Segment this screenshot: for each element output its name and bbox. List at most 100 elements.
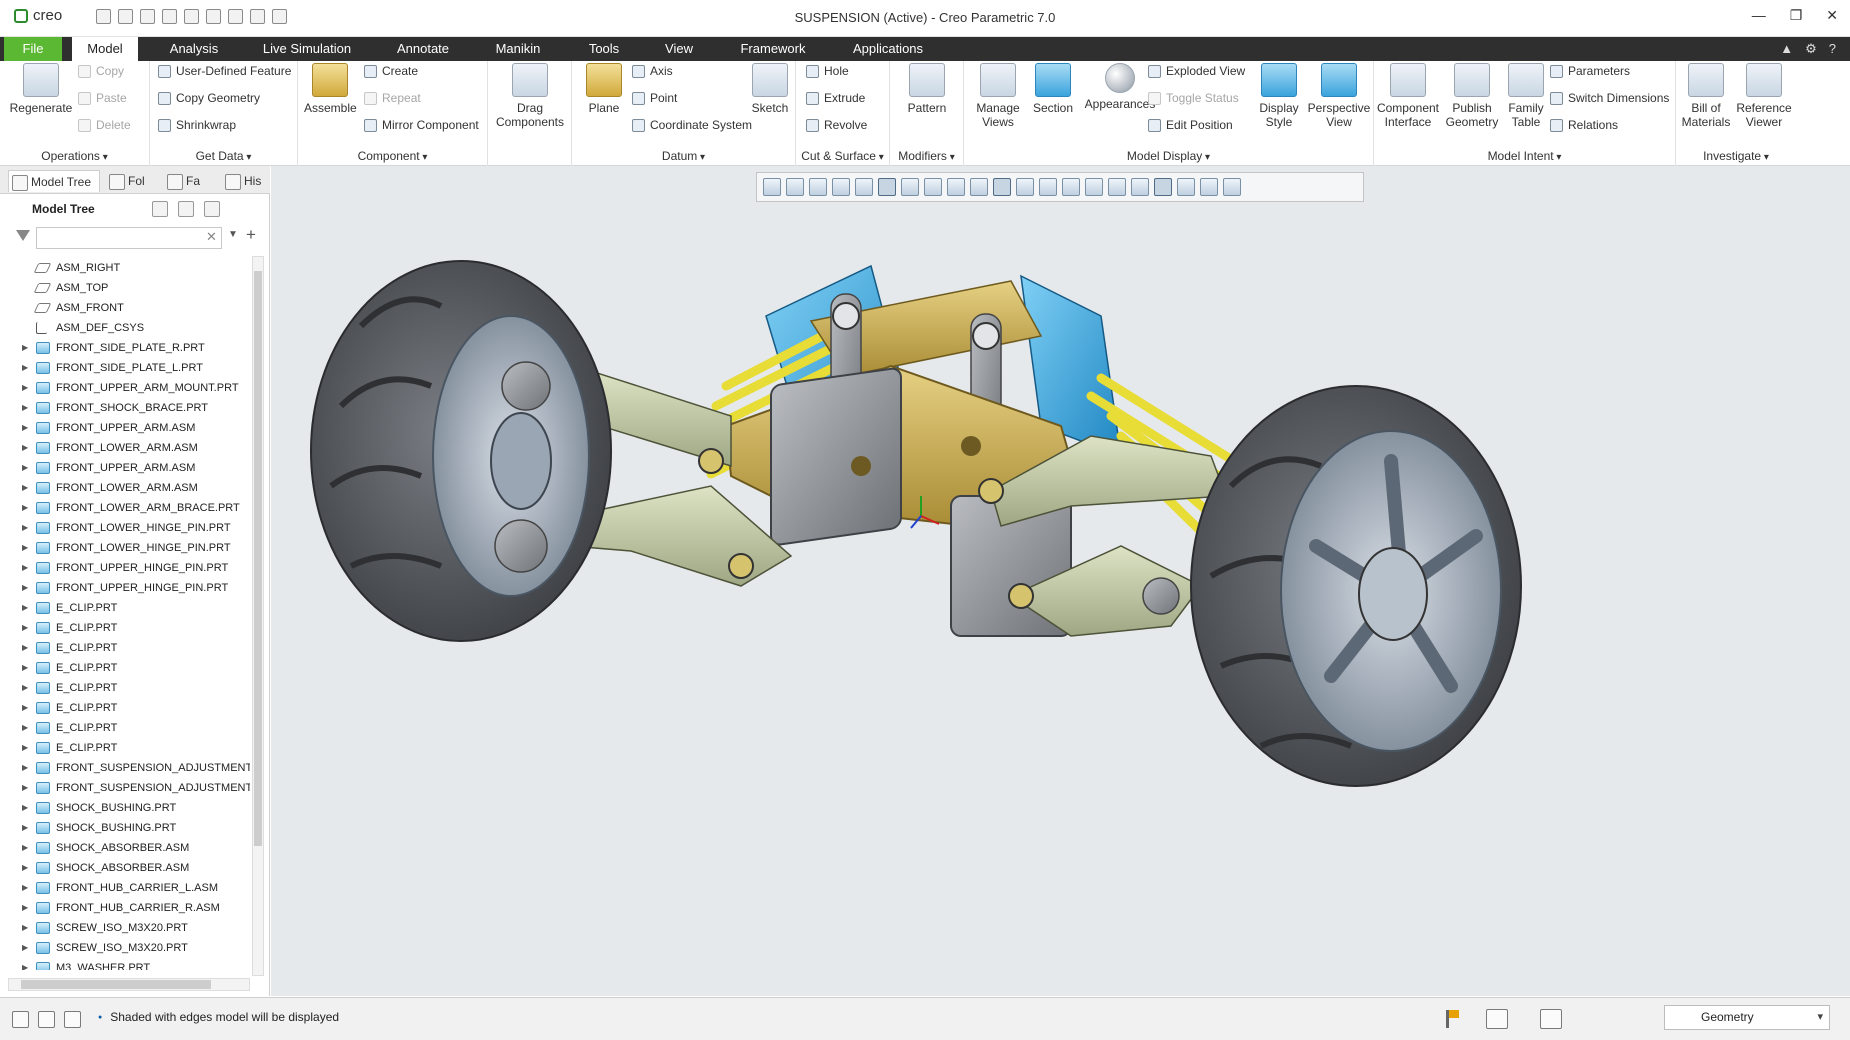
repaint-icon[interactable] <box>832 178 850 196</box>
group-label-get-data[interactable]: Get Data <box>150 149 297 163</box>
section-button[interactable]: Section <box>1028 63 1078 115</box>
expand-arrow-icon[interactable]: ▶ <box>22 698 28 718</box>
tree-node[interactable]: ▶ FRONT_UPPER_ARM.ASM <box>18 458 250 478</box>
full-screen-icon[interactable] <box>64 1011 81 1028</box>
expand-arrow-icon[interactable]: ▶ <box>22 858 28 878</box>
clear-filter-icon[interactable]: ✕ <box>206 229 217 245</box>
open-icon[interactable] <box>118 9 133 24</box>
tree-node[interactable]: ▶ FRONT_SUSPENSION_ADJUSTMENT_ <box>18 778 250 798</box>
tree-node[interactable]: ▶ E_CLIP.PRT <box>18 618 250 638</box>
expand-arrow-icon[interactable]: ▶ <box>22 378 28 398</box>
saved-orientations-icon[interactable] <box>855 178 873 196</box>
group-label-datum[interactable]: Datum <box>572 149 795 163</box>
display-style-icon[interactable] <box>878 178 896 196</box>
group-label-model-display[interactable]: Model Display <box>964 149 1373 163</box>
relations-button[interactable]: Relations <box>1550 115 1618 135</box>
selection-mode-icon[interactable] <box>1540 1009 1562 1029</box>
model-display-icon[interactable] <box>1154 178 1172 196</box>
expand-arrow-icon[interactable]: ▶ <box>22 578 28 598</box>
switch-dimensions-button[interactable]: Switch Dimensions <box>1550 88 1669 108</box>
group-label-model-intent[interactable]: Model Intent <box>1374 149 1675 163</box>
tree-node[interactable]: ▶ SHOCK_BUSHING.PRT <box>18 798 250 818</box>
show-navigator-icon[interactable] <box>12 1011 29 1028</box>
expand-arrow-icon[interactable]: ▶ <box>22 738 28 758</box>
stop-icon[interactable] <box>1223 178 1241 196</box>
expand-arrow-icon[interactable]: ▶ <box>22 458 28 478</box>
tree-node[interactable]: ▶ E_CLIP.PRT <box>18 678 250 698</box>
tree-node[interactable]: ▶ FRONT_UPPER_ARM_MOUNT.PRT <box>18 378 250 398</box>
horizontal-scroll-thumb[interactable] <box>21 980 211 989</box>
tab-annotate[interactable]: Annotate <box>384 37 462 61</box>
annotation-display-icon[interactable] <box>970 178 988 196</box>
expand-arrow-icon[interactable]: ▶ <box>22 338 28 358</box>
tab-file[interactable]: File <box>4 37 62 61</box>
tree-node[interactable]: ▶ E_CLIP.PRT <box>18 698 250 718</box>
tab-live-simulation[interactable]: Live Simulation <box>250 37 364 61</box>
tree-node[interactable]: ▶ SHOCK_ABSORBER.ASM <box>18 838 250 858</box>
tab-model-tree[interactable]: Model Tree <box>8 170 100 192</box>
expand-arrow-icon[interactable]: ▶ <box>22 918 28 938</box>
expand-arrow-icon[interactable]: ▶ <box>22 638 28 658</box>
tree-node[interactable]: ▶ FRONT_UPPER_HINGE_PIN.PRT <box>18 578 250 598</box>
expand-arrow-icon[interactable]: ▶ <box>22 798 28 818</box>
tab-tools[interactable]: Tools <box>576 37 632 61</box>
close-window-icon[interactable] <box>250 9 265 24</box>
tree-node[interactable]: ▶ FRONT_LOWER_HINGE_PIN.PRT <box>18 538 250 558</box>
tree-node[interactable]: ▶ E_CLIP.PRT <box>18 658 250 678</box>
hole-button[interactable]: Hole <box>806 61 849 81</box>
tree-node[interactable]: ▶ FRONT_UPPER_HINGE_PIN.PRT <box>18 558 250 578</box>
expand-arrow-icon[interactable]: ▶ <box>22 498 28 518</box>
expand-arrow-icon[interactable]: ▶ <box>22 538 28 558</box>
expand-arrow-icon[interactable]: ▶ <box>22 518 28 538</box>
copy-button[interactable]: Copy <box>78 61 124 81</box>
tree-node[interactable]: ▶ E_CLIP.PRT <box>18 638 250 658</box>
assemble-button[interactable]: Assemble <box>304 63 357 115</box>
tab-applications[interactable]: Applications <box>842 37 934 61</box>
manage-views-button[interactable]: Manage Views <box>970 63 1026 129</box>
help-icon[interactable]: ? <box>1829 41 1836 57</box>
spin-center-icon[interactable] <box>993 178 1011 196</box>
expand-arrow-icon[interactable]: ▶ <box>22 878 28 898</box>
user-defined-feature-button[interactable]: User-Defined Feature <box>158 61 291 81</box>
tree-node[interactable]: ▶ FRONT_LOWER_ARM_BRACE.PRT <box>18 498 250 518</box>
family-table-button[interactable]: Family Table <box>1502 63 1550 129</box>
zoom-in-icon[interactable] <box>786 178 804 196</box>
tab-model[interactable]: Model <box>72 37 138 61</box>
display-style-button[interactable]: Display Style <box>1254 63 1304 129</box>
view-manager-icon[interactable] <box>901 178 919 196</box>
tree-node[interactable]: ▶ SHOCK_BUSHING.PRT <box>18 818 250 838</box>
datum-display-icon[interactable] <box>947 178 965 196</box>
zoom-out-icon[interactable] <box>809 178 827 196</box>
filter-dropdown-icon[interactable]: ▼ <box>228 229 238 240</box>
tab-history[interactable]: His <box>222 170 268 192</box>
simulation-icon[interactable] <box>1177 178 1195 196</box>
suspension-model-view[interactable] <box>271 166 1850 996</box>
tree-node[interactable]: ▶ FRONT_UPPER_ARM.ASM <box>18 418 250 438</box>
toggle-status-button[interactable]: Toggle Status <box>1148 88 1239 108</box>
find-icon[interactable] <box>1486 1009 1508 1029</box>
new-icon[interactable] <box>96 9 111 24</box>
expand-arrow-icon[interactable]: ▶ <box>22 898 28 918</box>
selection-filter-select[interactable]: Geometry <box>1664 1005 1830 1030</box>
axis-display-icon[interactable] <box>1039 178 1057 196</box>
parameters-button[interactable]: Parameters <box>1550 61 1630 81</box>
expand-arrow-icon[interactable]: ▶ <box>22 398 28 418</box>
group-label-operations[interactable]: Operations <box>0 149 149 163</box>
point-display-icon[interactable] <box>1062 178 1080 196</box>
feature-display-icon[interactable] <box>1131 178 1149 196</box>
paste-button[interactable]: Paste <box>78 88 127 108</box>
sketch-button[interactable]: Sketch <box>748 63 792 115</box>
copy-geometry-button[interactable]: Copy Geometry <box>158 88 260 108</box>
expand-arrow-icon[interactable]: ▶ <box>22 358 28 378</box>
expand-arrow-icon[interactable]: ▶ <box>22 958 28 970</box>
pattern-button[interactable]: Pattern <box>894 63 960 115</box>
drag-components-button[interactable]: Drag Components <box>494 63 566 129</box>
graphics-window[interactable] <box>271 166 1850 996</box>
filter-icon[interactable] <box>16 230 30 241</box>
wheel-right[interactable] <box>1142 385 1522 787</box>
tree-columns-icon[interactable] <box>178 201 194 217</box>
tree-node[interactable]: ▶ FRONT_HUB_CARRIER_L.ASM <box>18 878 250 898</box>
tab-favorites[interactable]: Fa <box>164 170 212 192</box>
close-button[interactable]: ✕ <box>1826 7 1838 24</box>
mirror-component-button[interactable]: Mirror Component <box>364 115 479 135</box>
